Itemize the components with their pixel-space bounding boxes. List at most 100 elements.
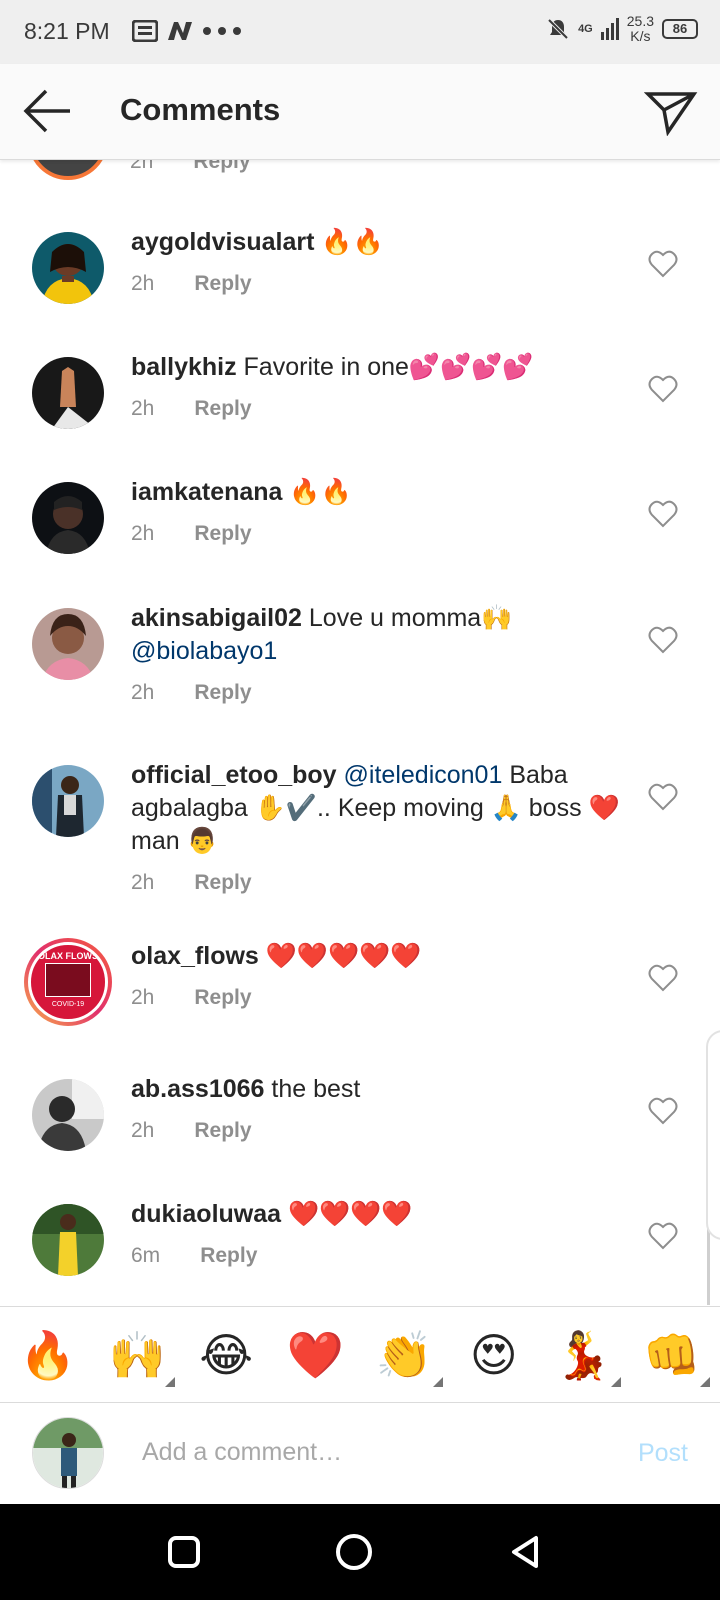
comment-username[interactable]: aygoldvisualart: [131, 228, 314, 256]
emoji-heart-eyes-button[interactable]: 😍: [464, 1325, 524, 1385]
comment-username[interactable]: ab.ass1066: [131, 1075, 264, 1103]
mention-link[interactable]: @biolabayo1: [131, 637, 277, 665]
share-button[interactable]: [643, 86, 698, 137]
like-heart-icon[interactable]: [648, 626, 678, 654]
net-speed: 25.3 K/s: [626, 13, 654, 44]
avatar[interactable]: [32, 1204, 104, 1276]
comment-meta: 2h Reply: [131, 981, 631, 1014]
back-button[interactable]: [20, 86, 76, 136]
my-avatar: [32, 1417, 104, 1489]
comment-meta: 6m Reply: [131, 1239, 631, 1272]
comment-time: 2h: [131, 522, 155, 545]
emoji-joy-button[interactable]: 😂: [196, 1325, 256, 1385]
reply-button[interactable]: Reply: [200, 1244, 257, 1267]
edge-panel-handle[interactable]: [706, 1030, 720, 1240]
reply-button[interactable]: Reply: [194, 272, 251, 295]
avatar-subcaption: COVID-19: [51, 1001, 85, 1008]
comment-time: 2h: [131, 272, 155, 295]
avatar[interactable]: [32, 357, 104, 429]
avatar[interactable]: [32, 232, 104, 304]
emoji-dancer-button[interactable]: 💃: [553, 1325, 621, 1387]
comment-content: Love u momma🙌: [301, 604, 513, 632]
like-heart-icon[interactable]: [648, 250, 678, 278]
like-heart-icon[interactable]: [648, 500, 678, 528]
comment-text: iamkatenana 🔥🔥 2h Reply: [131, 476, 631, 550]
comment-time: 2h: [131, 1119, 155, 1142]
emoji-clap-button[interactable]: 👏: [375, 1325, 443, 1387]
like-heart-icon[interactable]: [648, 375, 678, 403]
emoji-quick-bar: 🔥 🙌 😂 ❤️ 👏 😍 💃 👊: [0, 1306, 720, 1402]
mute-bell-icon: [547, 18, 569, 40]
home-circle-icon[interactable]: [332, 1530, 376, 1574]
signal-icon: [600, 18, 619, 40]
reply-button[interactable]: Reply: [194, 1119, 251, 1142]
comments-header: Comments: [0, 64, 720, 160]
reply-button[interactable]: Reply: [194, 871, 251, 894]
comment-input[interactable]: [142, 1427, 602, 1477]
reply-button[interactable]: Reply: [194, 522, 251, 545]
emoji-heart-button[interactable]: ❤️: [285, 1325, 345, 1385]
emoji-fire-button[interactable]: 🔥: [18, 1325, 78, 1385]
emoji-raised-hands-button[interactable]: 🙌: [107, 1325, 176, 1387]
avatar[interactable]: [32, 482, 104, 554]
comment-text: akinsabigail02 Love u momma🙌 @biolabayo1…: [131, 602, 631, 709]
comment-content: Favorite in one💕💕💕💕: [236, 353, 534, 381]
avatar[interactable]: [32, 608, 104, 680]
comment-username[interactable]: akinsabigail02: [131, 604, 302, 632]
comment-meta: 2h Reply: [131, 517, 631, 550]
skin-tone-indicator: [699, 1376, 710, 1387]
avatar-image: OLAX FLOWS COVID-19: [28, 942, 108, 1022]
comment-username[interactable]: ballykhiz: [131, 353, 237, 381]
avatar-caption: OLAX FLOWS: [38, 951, 98, 961]
comment-content: the best: [264, 1075, 361, 1103]
comment-content: 🔥🔥: [314, 228, 384, 256]
comment-username[interactable]: official_etoo_boy: [131, 761, 337, 789]
avatar[interactable]: OLAX FLOWS COVID-19: [24, 938, 112, 1026]
comment-username[interactable]: iamkatenana: [131, 478, 282, 506]
status-bar: 8:21 PM 4G 25.3 K/s 86: [0, 0, 720, 64]
paper-plane-icon: [643, 92, 698, 137]
avatar[interactable]: [32, 765, 104, 837]
recents-square-icon[interactable]: [162, 1530, 206, 1574]
like-heart-icon[interactable]: [648, 964, 678, 992]
comment-time: 2h: [130, 160, 154, 173]
comment-text: dukiaoluwaa ❤️❤️❤️❤️ 6m Reply: [131, 1198, 631, 1272]
reply-button[interactable]: Reply: [194, 986, 251, 1009]
more-dots-icon: [203, 27, 241, 35]
back-triangle-icon[interactable]: [504, 1530, 548, 1574]
partial-comment: 2h Reply: [0, 160, 720, 190]
comments-list[interactable]: 2h Reply aygoldvisualart 🔥🔥 2h Reply bally…: [0, 160, 720, 1305]
skin-tone-indicator: [432, 1376, 443, 1387]
status-notification-icons: [132, 20, 242, 42]
network-type: 4G: [578, 22, 593, 35]
comment-time: 6m: [131, 1244, 161, 1267]
comment-content: ❤️❤️❤️❤️❤️: [258, 942, 422, 970]
avatar[interactable]: [28, 160, 108, 180]
skin-tone-indicator: [165, 1376, 176, 1387]
comment-text: aygoldvisualart 🔥🔥 2h Reply: [131, 226, 631, 300]
comment-time: 2h: [131, 681, 155, 704]
comment-username[interactable]: olax_flows: [131, 942, 259, 970]
comment-meta: 2h Reply: [131, 1114, 631, 1147]
comment-text: olax_flows ❤️❤️❤️❤️❤️ 2h Reply: [131, 940, 631, 1014]
comment-meta: 2h Reply: [130, 160, 251, 174]
comment-meta: 2h Reply: [131, 392, 631, 425]
like-heart-icon[interactable]: [648, 1222, 678, 1250]
status-right: 4G 25.3 K/s 86: [546, 14, 698, 44]
like-heart-icon[interactable]: [648, 783, 678, 811]
reply-button[interactable]: Reply: [193, 160, 250, 173]
like-heart-icon[interactable]: [648, 1097, 678, 1125]
comment-username[interactable]: dukiaoluwaa: [131, 1200, 281, 1228]
reply-button[interactable]: Reply: [194, 681, 251, 704]
reply-button[interactable]: Reply: [194, 397, 251, 420]
arrow-left-icon: [23, 89, 70, 133]
comment-time: 2h: [131, 397, 155, 420]
avatar[interactable]: [32, 1079, 104, 1151]
emoji-fist-button[interactable]: 👊: [642, 1325, 710, 1387]
skin-tone-indicator: [610, 1376, 621, 1387]
page-title: Comments: [120, 92, 281, 127]
mention-link[interactable]: @iteledicon01: [344, 761, 503, 789]
post-button[interactable]: Post: [638, 1439, 688, 1468]
comment-time: 2h: [131, 871, 155, 894]
comment-text: official_etoo_boy @iteledicon01 Baba agb…: [131, 759, 631, 899]
